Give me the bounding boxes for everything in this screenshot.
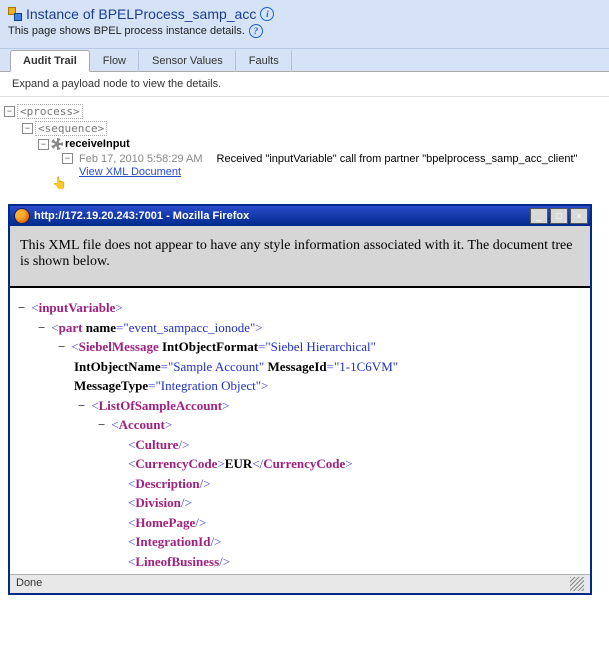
event-message: Received "inputVariable" call from partn…	[217, 153, 578, 165]
info-icon[interactable]: i	[260, 7, 274, 21]
xml-element: inputVariable	[39, 300, 116, 315]
instruction-text: Expand a payload node to view the detail…	[0, 72, 609, 97]
maximize-button[interactable]: □	[550, 208, 568, 224]
xml-attr-value: "event_sampacc_ionode"	[123, 320, 255, 335]
window-title: http://172.19.20.243:7001 - Mozilla Fire…	[34, 210, 526, 222]
collapse-icon[interactable]: −	[22, 123, 33, 134]
xml-attr-name: MessageType	[74, 378, 148, 393]
xml-element: SiebelMessage	[79, 339, 159, 354]
page-title: Instance of BPELProcess_samp_acc	[26, 6, 256, 22]
xml-element: CurrencyCode	[135, 456, 217, 471]
collapse-toggle[interactable]: −	[38, 318, 48, 338]
activity-icon	[51, 138, 63, 150]
tree-node-receive-input[interactable]: receiveInput	[65, 138, 130, 150]
collapse-toggle[interactable]: −	[58, 337, 68, 357]
close-button[interactable]: ×	[570, 208, 588, 224]
event-timestamp: Feb 17, 2010 5:58:29 AM	[79, 153, 203, 165]
tree-node-process[interactable]: <process>	[17, 104, 83, 119]
view-xml-document-link[interactable]: View XML Document	[79, 166, 203, 178]
tab-faults[interactable]: Faults	[236, 50, 292, 72]
window-titlebar[interactable]: http://172.19.20.243:7001 - Mozilla Fire…	[10, 206, 590, 226]
audit-trail-tree: − <process> − <sequence> − receiveInput …	[0, 97, 609, 200]
collapse-toggle[interactable]: −	[98, 415, 108, 435]
xml-attr-name: name	[86, 320, 116, 335]
collapse-toggle[interactable]: −	[78, 396, 88, 416]
xml-no-style-message: This XML file does not appear to have an…	[10, 226, 590, 288]
collapse-toggle[interactable]: −	[18, 298, 28, 318]
help-icon[interactable]: ?	[249, 24, 263, 38]
xml-attr-name: IntObjectName	[74, 359, 161, 374]
status-text: Done	[16, 577, 42, 591]
tree-node-sequence[interactable]: <sequence>	[35, 121, 107, 136]
xml-element: Division	[135, 495, 181, 510]
xml-element: ListOfSampleAccount	[99, 398, 223, 413]
xml-attr-value: "1-1C6VM"	[334, 359, 398, 374]
xml-tree: − <inputVariable> − <part name="event_sa…	[10, 288, 590, 574]
xml-attr-value: "Siebel Hierarchical"	[265, 339, 376, 354]
tab-sensor-values[interactable]: Sensor Values	[139, 50, 236, 72]
xml-text: EUR	[225, 456, 252, 471]
xml-element: LineofBusiness	[135, 554, 219, 569]
xml-element: Account	[119, 417, 165, 432]
tab-bar: Audit Trail Flow Sensor Values Faults	[0, 49, 609, 72]
collapse-icon[interactable]: −	[38, 139, 49, 150]
xml-viewer-window: http://172.19.20.243:7001 - Mozilla Fire…	[8, 204, 592, 595]
minimize-button[interactable]: _	[530, 208, 548, 224]
resize-grip-icon[interactable]	[570, 577, 584, 591]
xml-attr-name: MessageId	[267, 359, 326, 374]
xml-attr-value: "Integration Object"	[155, 378, 261, 393]
tab-audit-trail[interactable]: Audit Trail	[10, 50, 90, 72]
xml-element: Culture	[135, 437, 178, 452]
xml-element: IntegrationId	[135, 534, 210, 549]
mouse-cursor-icon: 👆	[52, 176, 67, 190]
xml-attr-name: IntObjectFormat	[162, 339, 258, 354]
xml-attr-value: "Sample Account"	[168, 359, 264, 374]
page-subtitle: This page shows BPEL process instance de…	[8, 25, 245, 37]
process-instance-icon	[8, 7, 22, 21]
tab-flow[interactable]: Flow	[90, 50, 139, 72]
xml-element: HomePage	[135, 515, 195, 530]
xml-element: Description	[135, 476, 199, 491]
xml-element: part	[59, 320, 83, 335]
firefox-icon	[14, 208, 30, 224]
collapse-icon[interactable]: −	[4, 106, 15, 117]
collapse-icon[interactable]: −	[62, 153, 73, 164]
